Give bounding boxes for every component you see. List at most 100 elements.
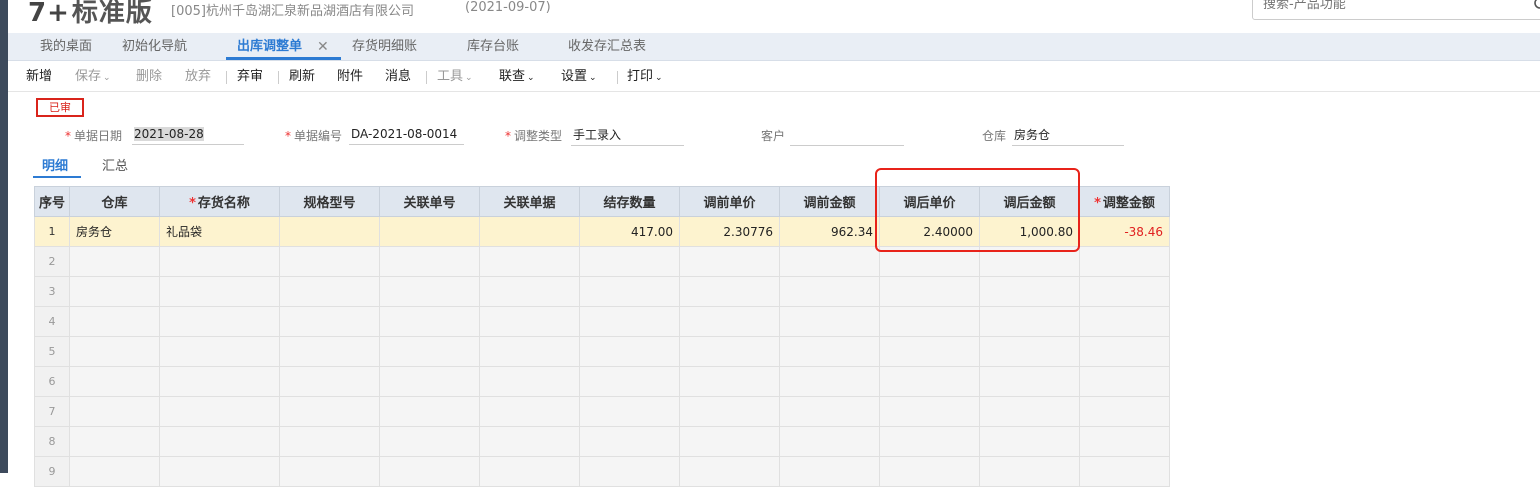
message-button[interactable]: 消息	[385, 62, 411, 92]
grid-cell[interactable]	[579, 366, 680, 397]
delete-button[interactable]: 删除	[136, 62, 162, 92]
grid-cell[interactable]	[579, 306, 680, 337]
grid-cell[interactable]	[979, 426, 1080, 457]
grid-cell[interactable]	[579, 456, 680, 487]
grid-cell[interactable]	[679, 366, 780, 397]
cell-post-price[interactable]: 2.40000	[879, 216, 980, 247]
search-input[interactable]	[1253, 0, 1513, 17]
grid-cell[interactable]	[69, 426, 160, 457]
tab-stock-detail[interactable]: 存货明细账	[352, 33, 417, 61]
table-row[interactable]: 4	[34, 306, 1170, 337]
grid-cell[interactable]	[279, 396, 380, 427]
grid-cell[interactable]	[679, 456, 780, 487]
grid-cell[interactable]	[279, 426, 380, 457]
grid-cell[interactable]	[69, 306, 160, 337]
grid-cell[interactable]	[879, 246, 980, 277]
grid-cell[interactable]	[879, 366, 980, 397]
table-row[interactable]: 2	[34, 246, 1170, 277]
table-row[interactable]: 7	[34, 396, 1170, 427]
tab-stock-ledger[interactable]: 库存台账	[467, 33, 519, 61]
grid-cell[interactable]	[879, 306, 980, 337]
cell-ref-no[interactable]	[379, 216, 480, 247]
grid-cell[interactable]	[379, 246, 480, 277]
grid-cell[interactable]	[579, 276, 680, 307]
type-field[interactable]: 手工录入	[571, 126, 684, 146]
cell-pre-amount[interactable]: 962.34	[779, 216, 880, 247]
grid-cell[interactable]	[979, 306, 1080, 337]
customer-field[interactable]	[790, 126, 904, 146]
table-row[interactable]: 8	[34, 426, 1170, 457]
grid-cell[interactable]	[69, 396, 160, 427]
grid-cell[interactable]	[479, 306, 580, 337]
tab-detail[interactable]: 明细	[42, 155, 68, 174]
table-row[interactable]: 3	[34, 276, 1170, 307]
grid-cell[interactable]	[159, 276, 280, 307]
grid-cell[interactable]	[879, 336, 980, 367]
grid-cell[interactable]	[679, 396, 780, 427]
cell-pre-price[interactable]: 2.30776	[679, 216, 780, 247]
tools-button[interactable]: 工具 ⌄	[437, 62, 473, 92]
grid-cell[interactable]	[579, 396, 680, 427]
grid-cell[interactable]	[479, 396, 580, 427]
grid-cell[interactable]	[379, 396, 480, 427]
cell-item-name[interactable]: 礼品袋	[159, 216, 280, 247]
grid-cell[interactable]	[159, 426, 280, 457]
grid-cell[interactable]	[779, 306, 880, 337]
grid-cell[interactable]	[679, 426, 780, 457]
grid-cell[interactable]	[679, 276, 780, 307]
grid-cell[interactable]	[879, 426, 980, 457]
cell-qty[interactable]: 417.00	[579, 216, 680, 247]
grid-cell[interactable]	[159, 306, 280, 337]
table-row[interactable]: 9	[34, 456, 1170, 487]
number-field[interactable]: DA-2021-08-0014	[349, 125, 464, 145]
discard-button[interactable]: 放弃	[185, 62, 211, 92]
unaudit-button[interactable]: 弃审	[237, 62, 263, 92]
grid-cell[interactable]	[579, 336, 680, 367]
grid-cell[interactable]	[579, 246, 680, 277]
grid-cell[interactable]	[1079, 426, 1170, 457]
grid-cell[interactable]	[69, 366, 160, 397]
tab-summary-sub[interactable]: 汇总	[102, 155, 128, 174]
grid-cell[interactable]	[479, 246, 580, 277]
grid-cell[interactable]	[69, 246, 160, 277]
grid-cell[interactable]	[1079, 366, 1170, 397]
grid-cell[interactable]	[279, 336, 380, 367]
save-button[interactable]: 保存 ⌄	[75, 62, 111, 92]
tab-init-guide[interactable]: 初始化导航	[122, 33, 187, 61]
grid-cell[interactable]	[159, 366, 280, 397]
grid-cell[interactable]	[479, 426, 580, 457]
tab-desktop[interactable]: 我的桌面	[40, 33, 92, 61]
table-row[interactable]: 1 房务仓 礼品袋 417.00 2.30776 962.34 2.40000 …	[34, 216, 1170, 247]
grid-cell[interactable]	[159, 246, 280, 277]
grid-cell[interactable]	[779, 396, 880, 427]
grid-cell[interactable]	[379, 306, 480, 337]
search-icon[interactable]	[1533, 0, 1540, 12]
grid-cell[interactable]	[159, 456, 280, 487]
new-button[interactable]: 新增	[26, 62, 52, 92]
table-row[interactable]: 6	[34, 366, 1170, 397]
grid-cell[interactable]	[679, 336, 780, 367]
grid-cell[interactable]	[779, 276, 880, 307]
grid-cell[interactable]	[479, 336, 580, 367]
warehouse-field[interactable]: 房务仓	[1012, 126, 1124, 146]
grid-cell[interactable]	[379, 276, 480, 307]
grid-cell[interactable]	[69, 336, 160, 367]
grid-cell[interactable]	[1079, 246, 1170, 277]
grid-cell[interactable]	[279, 306, 380, 337]
grid-cell[interactable]	[159, 336, 280, 367]
grid-cell[interactable]	[979, 246, 1080, 277]
function-search[interactable]	[1252, 0, 1540, 20]
print-button[interactable]: 打印 ⌄	[627, 62, 663, 92]
grid-cell[interactable]	[379, 336, 480, 367]
date-field[interactable]: 2021-08-28	[132, 125, 244, 145]
cell-adjust[interactable]: -38.46	[1079, 216, 1170, 247]
tab-summary[interactable]: 收发存汇总表	[568, 33, 646, 61]
grid-cell[interactable]	[879, 276, 980, 307]
link-query-button[interactable]: 联查 ⌄	[499, 62, 535, 92]
grid-cell[interactable]	[479, 456, 580, 487]
grid-cell[interactable]	[1079, 396, 1170, 427]
grid-cell[interactable]	[379, 426, 480, 457]
grid-cell[interactable]	[279, 246, 380, 277]
grid-cell[interactable]	[979, 276, 1080, 307]
grid-cell[interactable]	[979, 456, 1080, 487]
